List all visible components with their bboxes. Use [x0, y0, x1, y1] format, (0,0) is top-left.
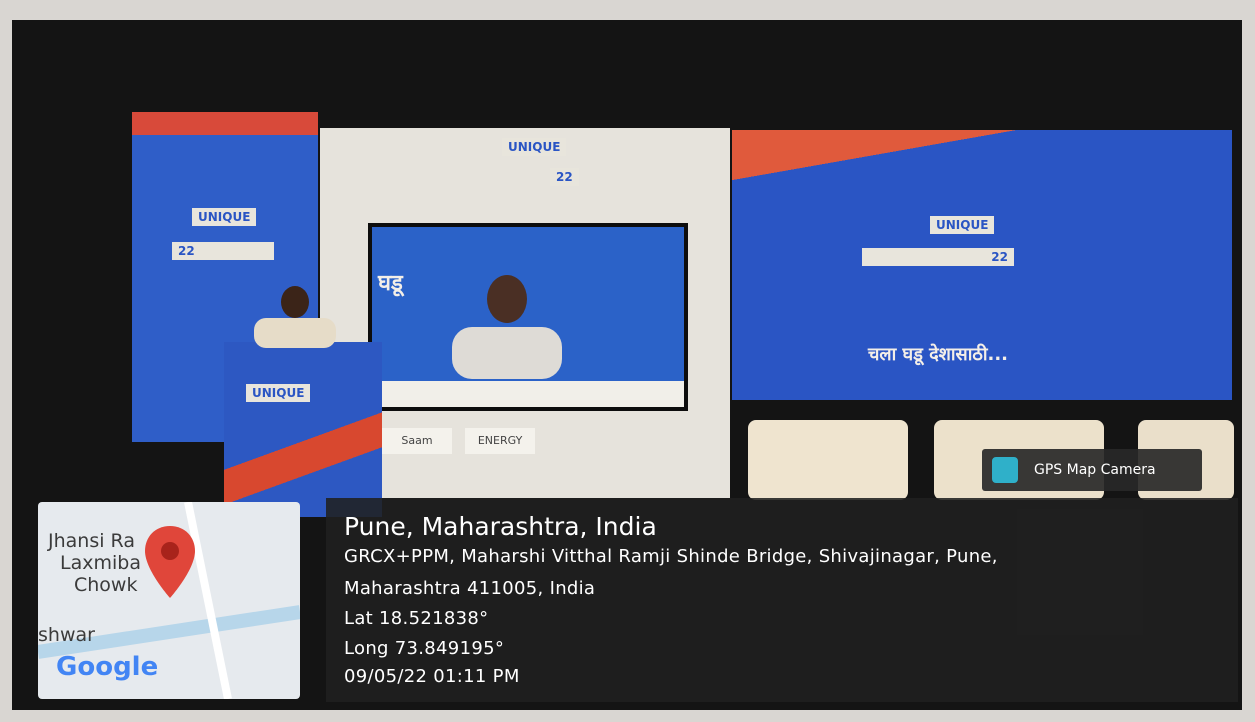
- right-banner: UNIQUE 22 चला घडू देशासाठी...: [732, 130, 1232, 400]
- longitude-text: Long 73.849195°: [344, 638, 505, 659]
- screen-footer-strip: [372, 381, 684, 407]
- right-brand-tag: UNIQUE: [930, 216, 995, 234]
- address-line-1: GRCX+PPM, Maharshi Vitthal Ramji Shinde …: [344, 546, 998, 567]
- map-place-line-4: shwar: [38, 624, 95, 646]
- speaker-at-podium: [254, 286, 336, 348]
- map-pin-icon: [145, 526, 195, 598]
- right-year-tag: 22: [862, 248, 1014, 266]
- sponsor-logo-2: ENERGY: [465, 428, 536, 454]
- google-logo-text: Google: [56, 652, 159, 682]
- location-title: Pune, Maharashtra, India: [344, 512, 657, 541]
- location-info-panel: Pune, Maharashtra, India GRCX+PPM, Mahar…: [326, 498, 1238, 702]
- year-tag: 22: [172, 242, 274, 260]
- datetime-text: 09/05/22 01:11 PM: [344, 666, 520, 687]
- speaker-on-screen: [452, 275, 562, 379]
- screen-text: घडू: [378, 271, 403, 296]
- gps-map-camera-badge: GPS Map Camera: [982, 449, 1202, 491]
- map-thumbnail: Jhansi Ra Laxmiba Chowk shwar Google: [38, 502, 300, 699]
- sponsor-logos: Saam ENERGY: [382, 428, 712, 468]
- map-place-line-2: Laxmiba: [60, 552, 141, 574]
- map-place-line-3: Chowk: [74, 574, 138, 596]
- gps-map-camera-icon: [992, 457, 1018, 483]
- center-year-tag: 22: [550, 168, 579, 186]
- video-screen: घडू: [368, 223, 688, 411]
- gps-badge-label: GPS Map Camera: [1034, 462, 1156, 478]
- brand-tag: UNIQUE: [192, 208, 257, 226]
- google-logo: Google: [56, 652, 158, 682]
- sponsor-logo-1: Saam: [382, 428, 452, 454]
- slogan-text: चला घडू देशासाठी...: [868, 344, 1009, 365]
- latitude-text: Lat 18.521838°: [344, 608, 489, 629]
- podium-brand-tag: UNIQUE: [246, 384, 311, 402]
- address-line-2: Maharashtra 411005, India: [344, 578, 596, 599]
- map-place-line-1: Jhansi Ra: [48, 530, 135, 552]
- podium: UNIQUE: [224, 342, 382, 517]
- center-brand-tag: UNIQUE: [502, 138, 567, 156]
